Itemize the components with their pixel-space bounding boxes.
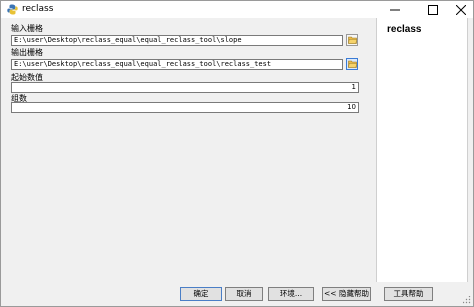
python-tool-icon: [7, 4, 18, 15]
tool-dialog-window: reclass 输入栅格 E:\user\Desktop\reclass_equ…: [0, 0, 474, 307]
window-title: reclass: [22, 4, 54, 14]
open-folder-icon: [347, 36, 357, 44]
minimize-button[interactable]: [381, 1, 409, 18]
title-bar[interactable]: reclass: [1, 1, 473, 18]
maximize-icon: [428, 4, 438, 15]
group-count-field[interactable]: 10: [11, 102, 359, 113]
close-button[interactable]: [447, 1, 474, 18]
maximize-button[interactable]: [419, 1, 447, 18]
cancel-button[interactable]: 取消: [225, 287, 263, 301]
output-raster-field[interactable]: E:\user\Desktop\reclass_equal\equal_recl…: [11, 59, 343, 70]
help-pane: reclass: [376, 18, 468, 282]
output-raster-browse-button[interactable]: [346, 58, 358, 70]
input-raster-browse-button[interactable]: [346, 34, 358, 46]
output-raster-label: 输出栅格: [11, 48, 43, 57]
hide-help-button[interactable]: << 隐藏帮助: [322, 287, 371, 301]
input-raster-field[interactable]: E:\user\Desktop\reclass_equal\equal_recl…: [11, 35, 343, 46]
input-raster-label: 输入栅格: [11, 24, 43, 33]
close-icon: [456, 4, 466, 15]
ok-button[interactable]: 确定: [180, 287, 222, 301]
tool-help-button[interactable]: 工具帮助: [384, 287, 433, 301]
parameters-pane: 输入栅格 E:\user\Desktop\reclass_equal\equal…: [1, 18, 365, 282]
pane-splitter[interactable]: [365, 18, 376, 282]
button-bar: 确定 取消 环境... << 隐藏帮助 工具帮助: [1, 282, 473, 306]
start-value-field[interactable]: 1: [11, 82, 359, 93]
environments-button[interactable]: 环境...: [268, 287, 314, 301]
help-title: reclass: [387, 24, 422, 35]
minimize-icon: [390, 9, 400, 10]
resize-grip-icon[interactable]: [463, 296, 471, 304]
open-folder-icon: [347, 60, 357, 68]
